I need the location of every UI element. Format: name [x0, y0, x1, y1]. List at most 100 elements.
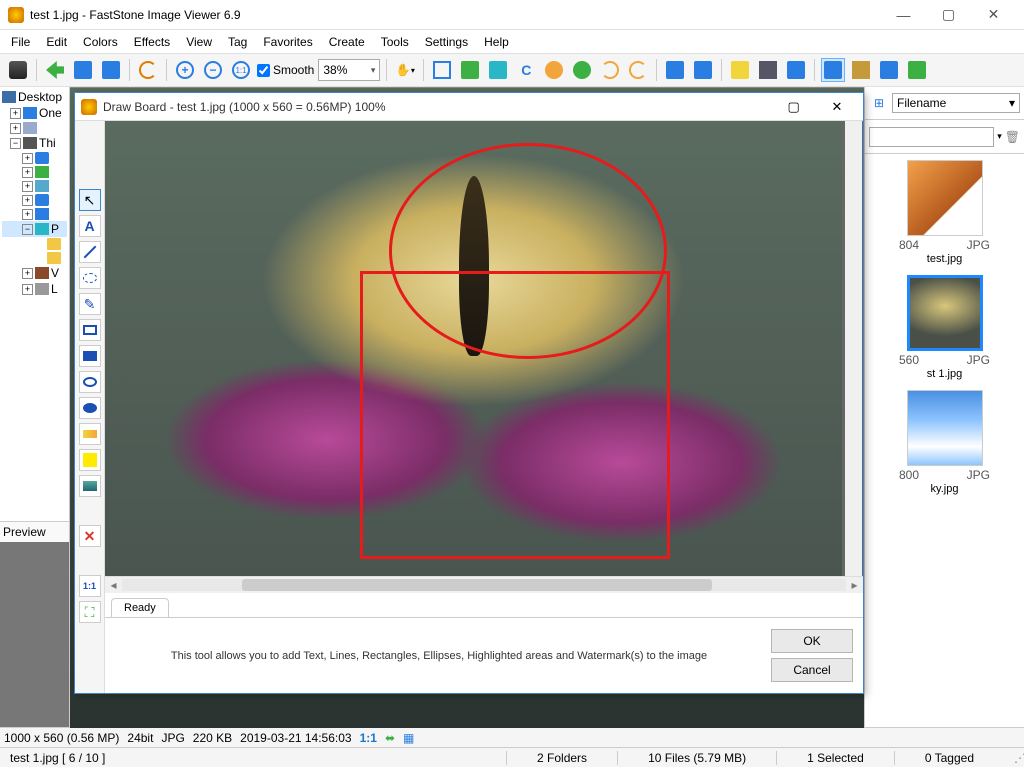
- thumbnail-item[interactable]: 800JPG ky.jpg: [869, 390, 1020, 501]
- ellipse-tool-icon[interactable]: [79, 371, 101, 393]
- chevron-down-icon: ▾: [371, 65, 376, 76]
- folder-icon: [47, 252, 61, 264]
- folder-panel: Desktop +One + −Thi + + + + + −P +V +L P…: [0, 87, 70, 727]
- menu-tag[interactable]: Tag: [221, 32, 254, 52]
- filled-ellipse-tool-icon[interactable]: [79, 397, 101, 419]
- menu-effects[interactable]: Effects: [127, 32, 177, 52]
- path-input[interactable]: [869, 127, 994, 147]
- menu-create[interactable]: Create: [322, 32, 372, 52]
- scan-icon[interactable]: [728, 58, 752, 82]
- rotate-left-icon[interactable]: [598, 58, 622, 82]
- highlight-tool-icon[interactable]: [79, 423, 101, 445]
- actual-size-icon[interactable]: 1:1: [229, 58, 253, 82]
- delete-tool-icon[interactable]: ✕: [79, 525, 101, 547]
- smooth-checkbox[interactable]: Smooth: [257, 63, 314, 77]
- fit-tool-icon[interactable]: ⛶: [79, 601, 101, 623]
- menu-tools[interactable]: Tools: [374, 32, 416, 52]
- undo-icon[interactable]: [136, 58, 160, 82]
- adjust-colors-icon[interactable]: [542, 58, 566, 82]
- thumbnail-item[interactable]: 804JPG test.jpg: [869, 160, 1020, 271]
- crop-icon[interactable]: [430, 58, 454, 82]
- close-button[interactable]: ✕: [971, 0, 1016, 30]
- watermark-tool-icon[interactable]: [79, 475, 101, 497]
- expand-icon[interactable]: +: [10, 123, 21, 134]
- menu-colors[interactable]: Colors: [76, 32, 125, 52]
- resize-icon[interactable]: [458, 58, 482, 82]
- hand-tool-icon[interactable]: ✋▾: [393, 58, 417, 82]
- thumbnail-image[interactable]: [907, 390, 983, 466]
- slideshow-icon[interactable]: [691, 58, 715, 82]
- print-icon[interactable]: [756, 58, 780, 82]
- save-icon[interactable]: [71, 58, 95, 82]
- link-icon[interactable]: ⬌: [385, 731, 395, 745]
- app-icon: [8, 7, 24, 23]
- line-tool-icon[interactable]: [79, 241, 101, 263]
- drawboard-canvas[interactable]: [105, 121, 863, 576]
- acquire-icon[interactable]: [6, 58, 30, 82]
- view-list-icon[interactable]: [849, 58, 873, 82]
- menu-settings[interactable]: Settings: [418, 32, 475, 52]
- rectangle-annotation[interactable]: [360, 271, 670, 559]
- horizontal-scrollbar[interactable]: ◂ ▸: [105, 576, 863, 593]
- ok-button[interactable]: OK: [771, 629, 853, 653]
- drawboard-titlebar[interactable]: Draw Board - test 1.jpg (1000 x 560 = 0.…: [75, 93, 863, 121]
- menu-help[interactable]: Help: [477, 32, 516, 52]
- fullscreen-icon[interactable]: [905, 58, 929, 82]
- actual-size-tool-icon[interactable]: 1:1: [79, 575, 101, 597]
- thumbnail-list[interactable]: 804JPG test.jpg 560JPG st 1.jpg 800JPG k…: [865, 154, 1024, 727]
- save-as-icon[interactable]: [99, 58, 123, 82]
- delete-icon[interactable]: 🗑: [1005, 130, 1020, 144]
- menu-edit[interactable]: Edit: [39, 32, 74, 52]
- tab-ready[interactable]: Ready: [111, 598, 169, 617]
- menu-view[interactable]: View: [179, 32, 219, 52]
- color-swatch[interactable]: [79, 449, 101, 471]
- pencil-tool-icon[interactable]: ✎: [79, 293, 101, 315]
- rotate-right-icon[interactable]: [626, 58, 650, 82]
- prev-folder-icon[interactable]: [43, 58, 67, 82]
- pc-icon: [23, 137, 37, 149]
- menu-favorites[interactable]: Favorites: [256, 32, 319, 52]
- sort-by-select[interactable]: Filename▾: [892, 93, 1020, 113]
- scroll-left-icon[interactable]: ◂: [105, 578, 122, 592]
- filled-rect-tool-icon[interactable]: [79, 345, 101, 367]
- resize-grip-icon[interactable]: ⋰: [1004, 751, 1024, 765]
- thumbnail-image[interactable]: [907, 275, 983, 351]
- histogram-icon[interactable]: ▦: [403, 731, 414, 745]
- text-tool-icon[interactable]: A: [79, 215, 101, 237]
- sort-asc-icon[interactable]: ⊞: [869, 93, 889, 113]
- maximize-button[interactable]: ▢: [926, 0, 971, 30]
- drawboard-maximize-button[interactable]: ▢: [774, 99, 814, 115]
- status-files: 10 Files (5.79 MB): [617, 751, 776, 765]
- vertical-scrollbar[interactable]: [845, 121, 862, 576]
- videos-icon: [35, 267, 49, 279]
- clone-icon[interactable]: [570, 58, 594, 82]
- thumbnail-item[interactable]: 560JPG st 1.jpg: [869, 275, 1020, 386]
- scroll-thumb[interactable]: [242, 579, 712, 591]
- select-tool-icon[interactable]: ↖: [79, 189, 101, 211]
- zoom-select[interactable]: 38%▾: [318, 59, 380, 81]
- status-date: 2019-03-21 14:56:03: [240, 731, 351, 745]
- thumbnail-image[interactable]: [907, 160, 983, 236]
- zoom-out-icon[interactable]: −: [201, 58, 225, 82]
- canvas-icon[interactable]: [486, 58, 510, 82]
- view-thumbnails-icon[interactable]: [821, 58, 845, 82]
- menu-file[interactable]: File: [4, 32, 37, 52]
- scroll-right-icon[interactable]: ▸: [846, 578, 863, 592]
- folder-tree[interactable]: Desktop +One + −Thi + + + + + −P +V +L: [0, 87, 69, 521]
- minimize-button[interactable]: —: [881, 0, 926, 30]
- cancel-button[interactable]: Cancel: [771, 658, 853, 682]
- compare-icon[interactable]: [663, 58, 687, 82]
- collapse-icon[interactable]: −: [10, 138, 21, 149]
- text-icon[interactable]: C: [514, 58, 538, 82]
- drawboard-close-button[interactable]: ✕: [817, 99, 857, 115]
- dropdown-icon[interactable]: ▾: [997, 131, 1002, 142]
- rectangle-tool-icon[interactable]: [79, 319, 101, 341]
- email-icon[interactable]: [784, 58, 808, 82]
- zoom-in-icon[interactable]: +: [173, 58, 197, 82]
- lasso-tool-icon[interactable]: [79, 267, 101, 289]
- folder-icon: [47, 238, 61, 250]
- onedrive-icon: [23, 107, 37, 119]
- view-details-icon[interactable]: [877, 58, 901, 82]
- drive-icon: [35, 283, 49, 295]
- expand-icon[interactable]: +: [10, 108, 21, 119]
